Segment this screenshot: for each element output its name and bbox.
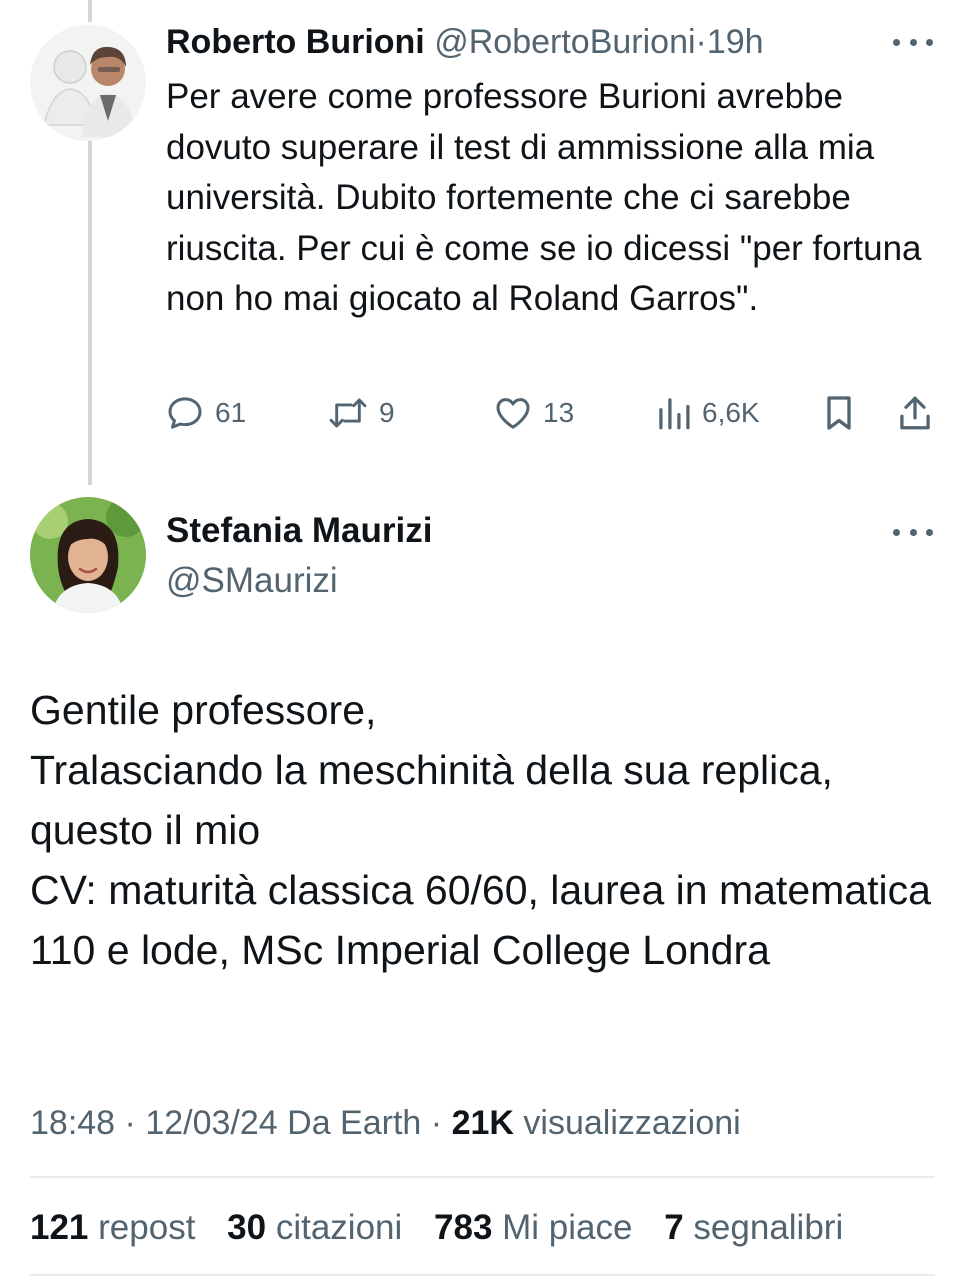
bookmarks-stat[interactable]: 7 segnalibri	[664, 1208, 843, 1247]
reposts-stat[interactable]: 121 repost	[30, 1208, 195, 1247]
bookmarks-label: segnalibri	[693, 1208, 844, 1247]
tweet-time[interactable]: 18:48	[30, 1104, 115, 1142]
views-count: 21K	[451, 1104, 514, 1142]
tweet-age[interactable]: 19h	[707, 23, 764, 61]
reply-icon	[165, 393, 205, 433]
views-count: 6,6K	[702, 397, 760, 428]
divider	[30, 1274, 935, 1276]
tweet-date[interactable]: 12/03/24	[145, 1104, 277, 1142]
bookmarks-count: 7	[664, 1208, 684, 1247]
repost-icon	[327, 393, 369, 433]
tweet-source: Da Earth	[287, 1104, 422, 1142]
like-icon	[493, 393, 533, 433]
reposts-count: 121	[30, 1208, 89, 1247]
header-separator: ·	[695, 23, 707, 61]
more-icon[interactable]	[893, 32, 933, 52]
tweet-header: Roberto Burioni @RobertoBurioni·19h	[166, 20, 764, 64]
repost-count: 9	[379, 397, 395, 428]
like-count: 13	[543, 397, 575, 428]
meta-separator: ·	[124, 1104, 136, 1142]
more-icon[interactable]	[893, 522, 933, 542]
meta-separator: ·	[430, 1104, 443, 1142]
tweet-text: Gentile professore, Tralasciando la mesc…	[30, 687, 931, 973]
reply-count: 61	[215, 397, 247, 428]
tweet-text: Per avere come professore Burioni avrebb…	[166, 77, 922, 318]
author-name[interactable]: Stefania Maurizi	[166, 508, 432, 554]
likes-count: 783	[434, 1208, 493, 1247]
avatar-roberto-burioni[interactable]	[30, 25, 146, 141]
quotes-count: 30	[227, 1208, 267, 1247]
author-handle[interactable]: @SMaurizi	[166, 558, 338, 604]
engagement-stats: 121 repost 30 citazioni 783 Mi piace 7 s…	[30, 1205, 843, 1251]
author-name[interactable]: Roberto Burioni	[166, 23, 425, 61]
views-label: visualizzazioni	[523, 1104, 741, 1142]
reposts-label: repost	[98, 1208, 196, 1247]
reply-button[interactable]: 61	[165, 390, 246, 436]
bookmark-icon	[821, 393, 857, 433]
avatar-stefania-maurizi[interactable]	[30, 497, 146, 613]
views-button[interactable]: 6,6K	[656, 390, 760, 436]
likes-stat[interactable]: 783 Mi piace	[434, 1208, 632, 1247]
repost-button[interactable]: 9	[327, 390, 395, 436]
divider	[30, 1176, 935, 1178]
share-icon	[897, 393, 933, 433]
likes-label: Mi piace	[502, 1208, 633, 1247]
tweet-actions: 61 9 13 6,6K	[0, 390, 965, 436]
quotes-label: citazioni	[275, 1208, 403, 1247]
share-button[interactable]	[897, 390, 933, 436]
thread-connector-top	[88, 0, 92, 22]
views-icon	[656, 393, 692, 433]
quotes-stat[interactable]: 30 citazioni	[227, 1208, 402, 1247]
tweet-meta: 18:48 · 12/03/24 Da Earth · 21K visualiz…	[30, 1100, 741, 1146]
author-handle[interactable]: @RobertoBurioni	[434, 23, 695, 61]
like-button[interactable]: 13	[493, 390, 574, 436]
bookmark-button[interactable]	[821, 390, 857, 436]
